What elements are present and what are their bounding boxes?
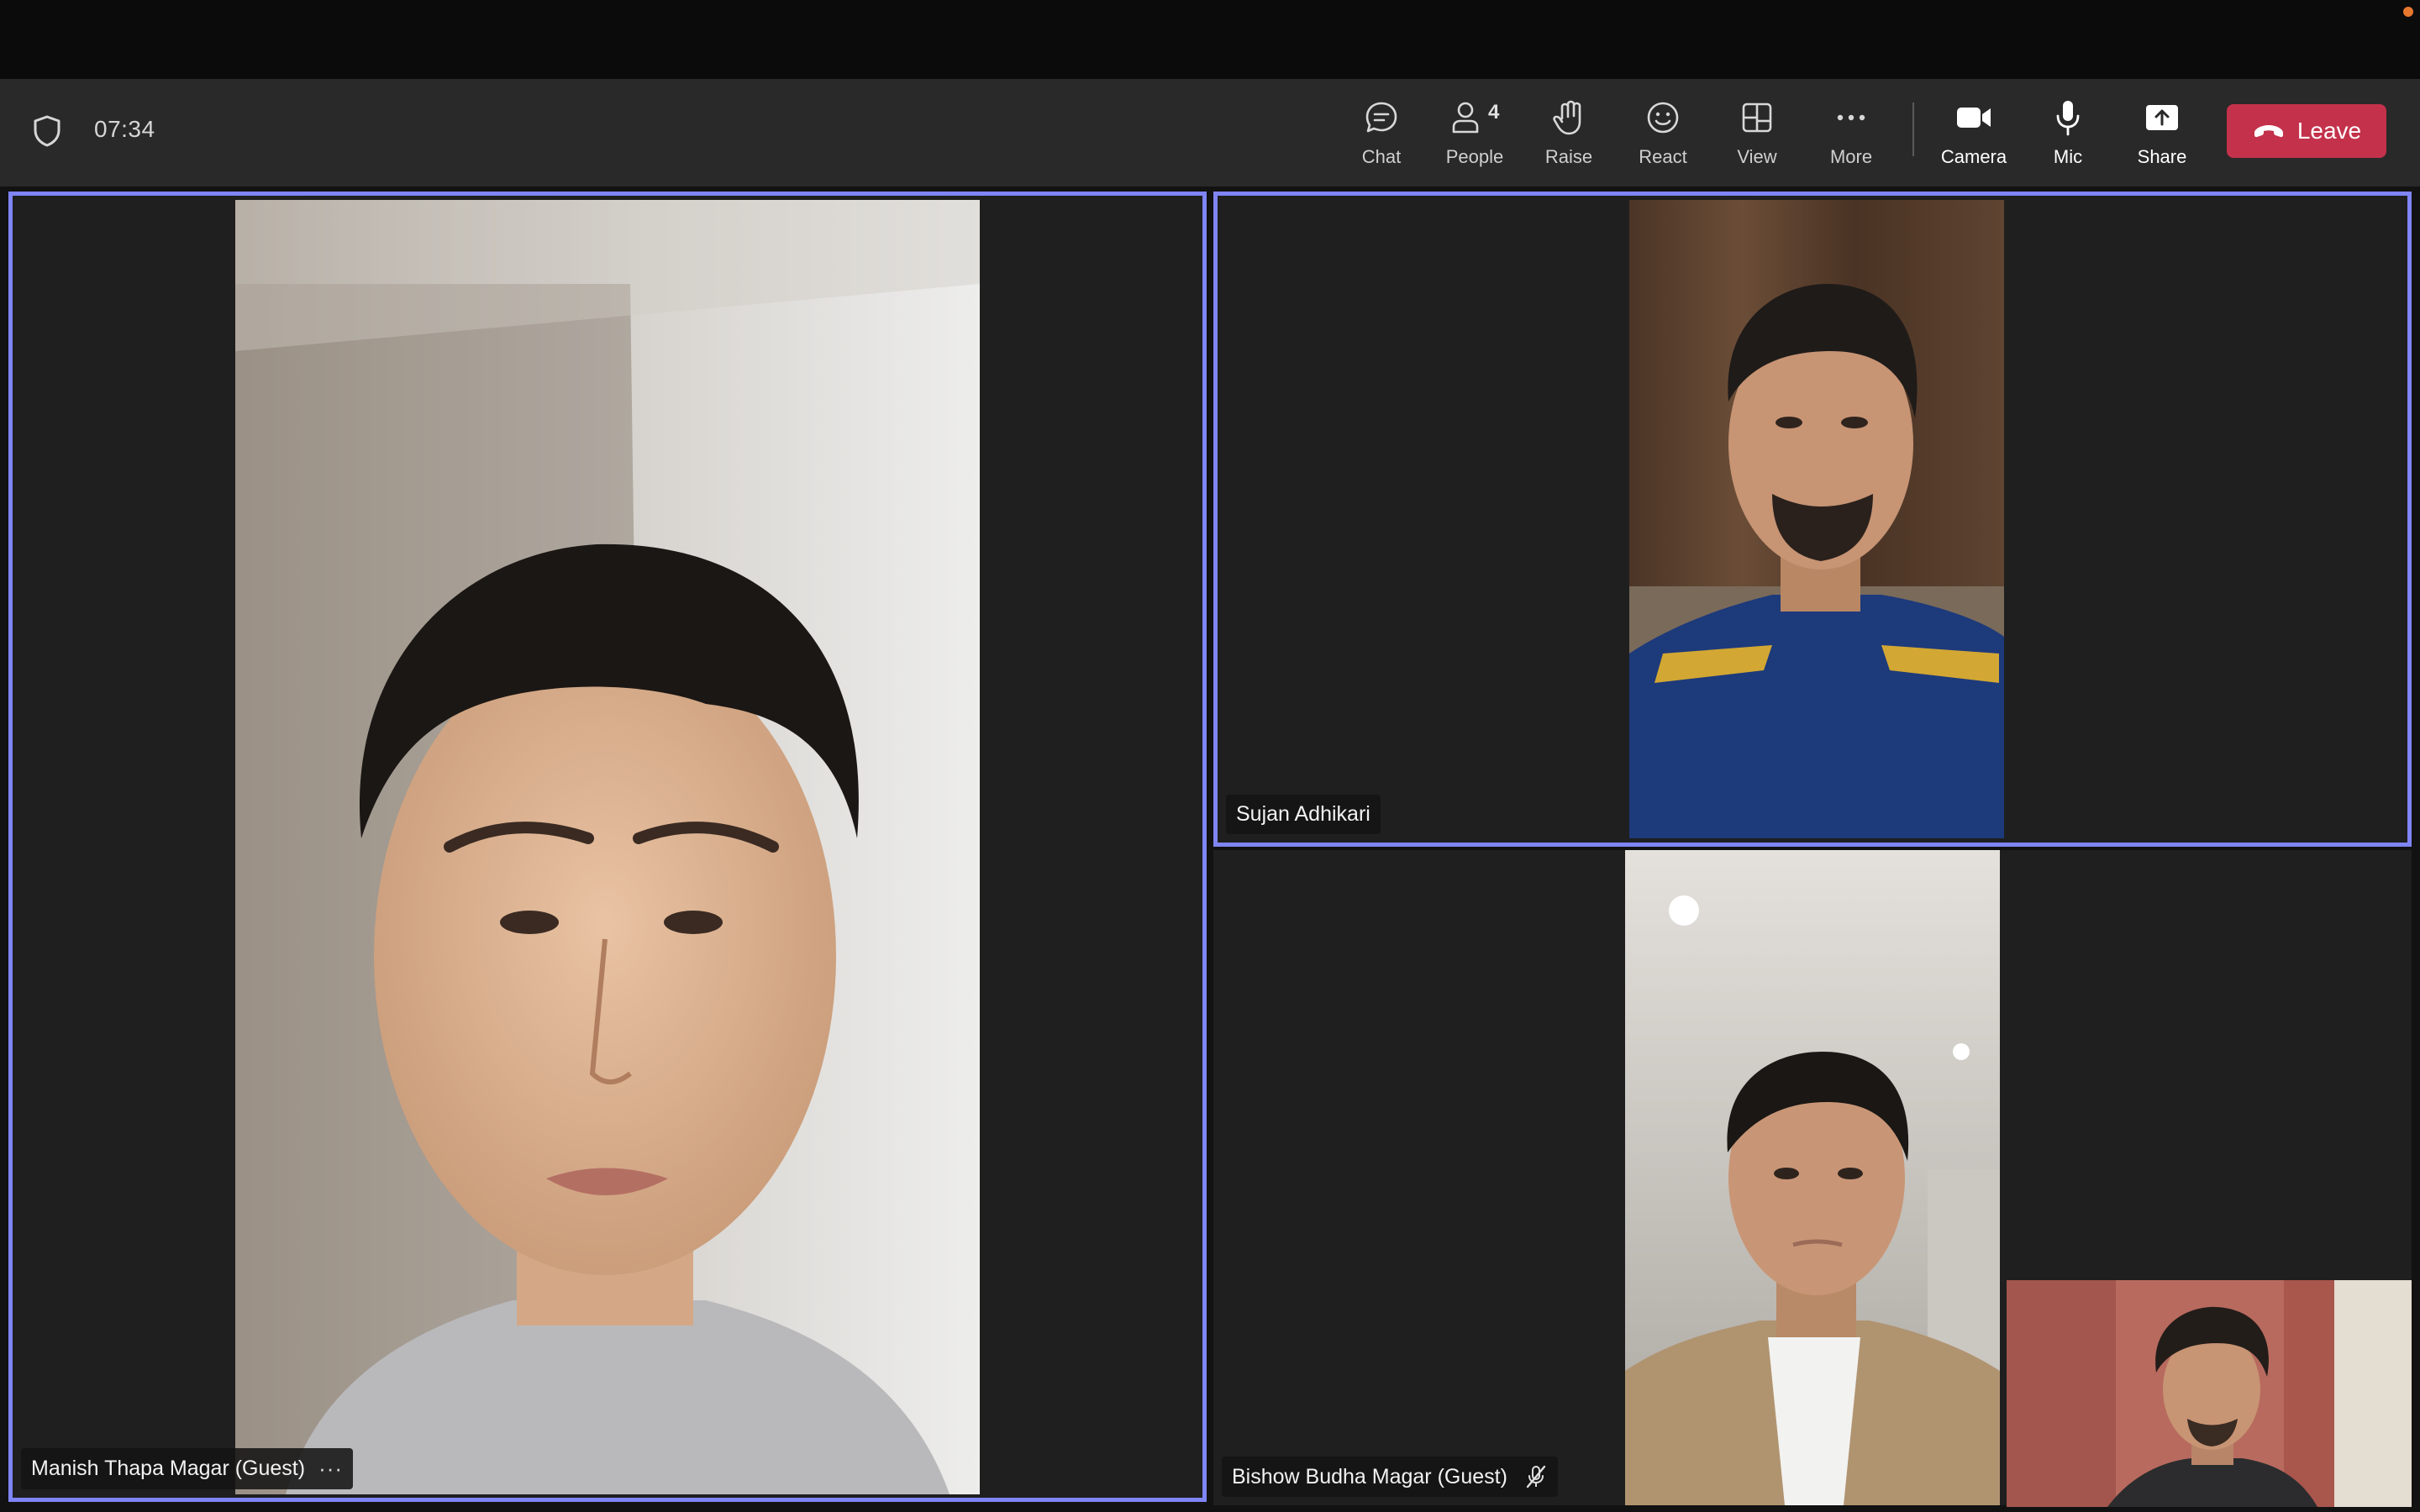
participant-tile-sujan[interactable]: Sujan Adhikari (1213, 192, 2412, 847)
participant-name-tag: Manish Thapa Magar (Guest) ··· (21, 1448, 354, 1489)
raise-label: Raise (1544, 146, 1593, 167)
participant-name: Manish Thapa Magar (Guest) (31, 1457, 306, 1480)
phone-hangup-icon (2254, 125, 2283, 138)
camera-label: Camera (1940, 146, 2007, 167)
leave-label: Leave (2296, 118, 2362, 144)
mic-off-icon (1524, 1464, 1548, 1489)
participant-video (1629, 200, 2004, 838)
more-button[interactable]: More (1807, 97, 1895, 171)
hand-icon (1549, 97, 1589, 138)
mic-button[interactable]: Mic (2024, 97, 2112, 171)
mic-label: Mic (2053, 146, 2083, 167)
participant-tile-manish[interactable]: Manish Thapa Magar (Guest) ··· (8, 192, 1207, 1502)
microphone-icon (2048, 97, 2088, 138)
people-button[interactable]: 4 People (1431, 97, 1518, 171)
toolbar-divider (1912, 102, 1914, 156)
view-label: View (1737, 146, 1777, 167)
share-icon (2142, 97, 2182, 138)
chat-label: Chat (1361, 146, 1402, 167)
leave-button[interactable]: Leave (2227, 104, 2386, 158)
react-label: React (1639, 146, 1687, 167)
people-count: 4 (1488, 101, 1500, 123)
participant-name-tag: Bishow Budha Magar (Guest) (1222, 1457, 1558, 1497)
meeting-toolbar: 07:34 Chat 4 People Raise React View Mor… (0, 79, 2420, 186)
self-video (2007, 1280, 2412, 1507)
people-icon: 4 (1452, 97, 1499, 138)
self-view-preview[interactable] (2007, 1280, 2412, 1507)
participant-more-options[interactable]: ··· (318, 1456, 343, 1482)
participant-name: Sujan Adhikari (1236, 802, 1370, 826)
ellipsis-icon (1831, 97, 1871, 138)
participant-video (235, 200, 980, 1494)
share-button[interactable]: Share (2118, 97, 2206, 171)
chat-button[interactable]: Chat (1338, 97, 1425, 171)
window-titlebar (0, 0, 2420, 79)
chat-icon (1361, 97, 1402, 138)
people-label: People (1445, 146, 1504, 167)
camera-button[interactable]: Camera (1930, 97, 2018, 171)
share-label: Share (2137, 146, 2187, 167)
react-button[interactable]: React (1619, 97, 1707, 171)
grid-icon (1737, 97, 1777, 138)
video-stage: Manish Thapa Magar (Guest) ··· Sujan Adh… (0, 186, 2420, 1512)
more-label: More (1829, 146, 1873, 167)
view-button[interactable]: View (1713, 97, 1801, 171)
participant-video (1625, 850, 2000, 1505)
recording-indicator (2403, 7, 2413, 17)
raise-hand-button[interactable]: Raise (1525, 97, 1612, 171)
participant-name: Bishow Budha Magar (Guest) (1232, 1464, 1507, 1488)
shield-icon[interactable] (32, 114, 62, 148)
smiley-icon (1643, 97, 1683, 138)
camera-icon (1954, 97, 1994, 138)
participant-name-tag: Sujan Adhikari (1226, 795, 1381, 834)
meeting-timer: 07:34 (94, 116, 155, 142)
